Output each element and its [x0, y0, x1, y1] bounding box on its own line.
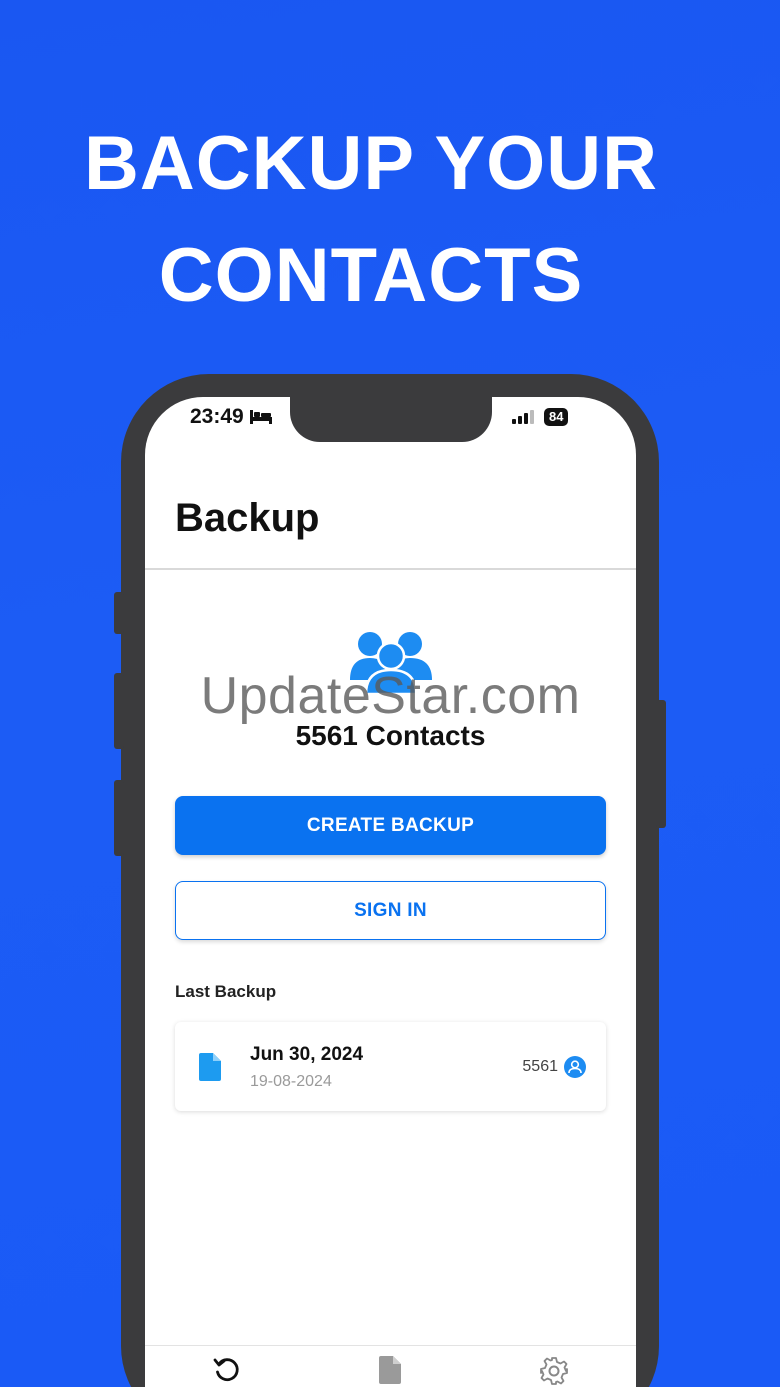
sign-in-button[interactable]: SIGN IN: [175, 881, 606, 940]
create-backup-button[interactable]: CREATE BACKUP: [175, 796, 606, 855]
headline-line-1: BACKUP YOUR: [83, 121, 659, 206]
headline-line-2: CONTACTS: [158, 233, 584, 318]
person-icon: [564, 1056, 586, 1078]
promo-headline: BACKUP YOUR CONTACTS: [0, 108, 742, 332]
backup-subdate: 19-08-2024: [250, 1073, 332, 1090]
page-title: Backup: [175, 496, 320, 540]
contacts-count: 5561 Contacts: [295, 720, 486, 751]
restore-icon[interactable]: [213, 1356, 241, 1384]
watermark: UpdateStar.com: [200, 667, 581, 725]
sleep-bed-icon: [249, 410, 272, 424]
app-header: Backup: [145, 470, 636, 570]
phone-power-button: [656, 700, 666, 828]
phone-mute-switch: [114, 592, 124, 634]
battery-indicator: 84: [544, 408, 569, 426]
status-bar-indicators: 84: [512, 408, 569, 426]
backup-contact-count: 5561: [522, 1058, 558, 1075]
file-icon[interactable]: [379, 1356, 401, 1384]
gear-icon[interactable]: [539, 1356, 569, 1386]
bottom-tab-bar: [145, 1345, 636, 1387]
phone-notch: [290, 380, 492, 442]
status-time-text: 23:49: [190, 405, 244, 428]
document-icon: [199, 1053, 221, 1081]
signal-icon: [512, 410, 534, 424]
phone-volume-down: [114, 780, 124, 856]
backup-list-item[interactable]: Jun 30, 2024 19-08-2024 5561: [175, 1022, 606, 1111]
phone-volume-up: [114, 673, 124, 749]
backup-date: Jun 30, 2024: [250, 1044, 364, 1065]
status-bar-time: 23:49: [190, 405, 272, 429]
last-backup-label: Last Backup: [175, 982, 277, 1001]
